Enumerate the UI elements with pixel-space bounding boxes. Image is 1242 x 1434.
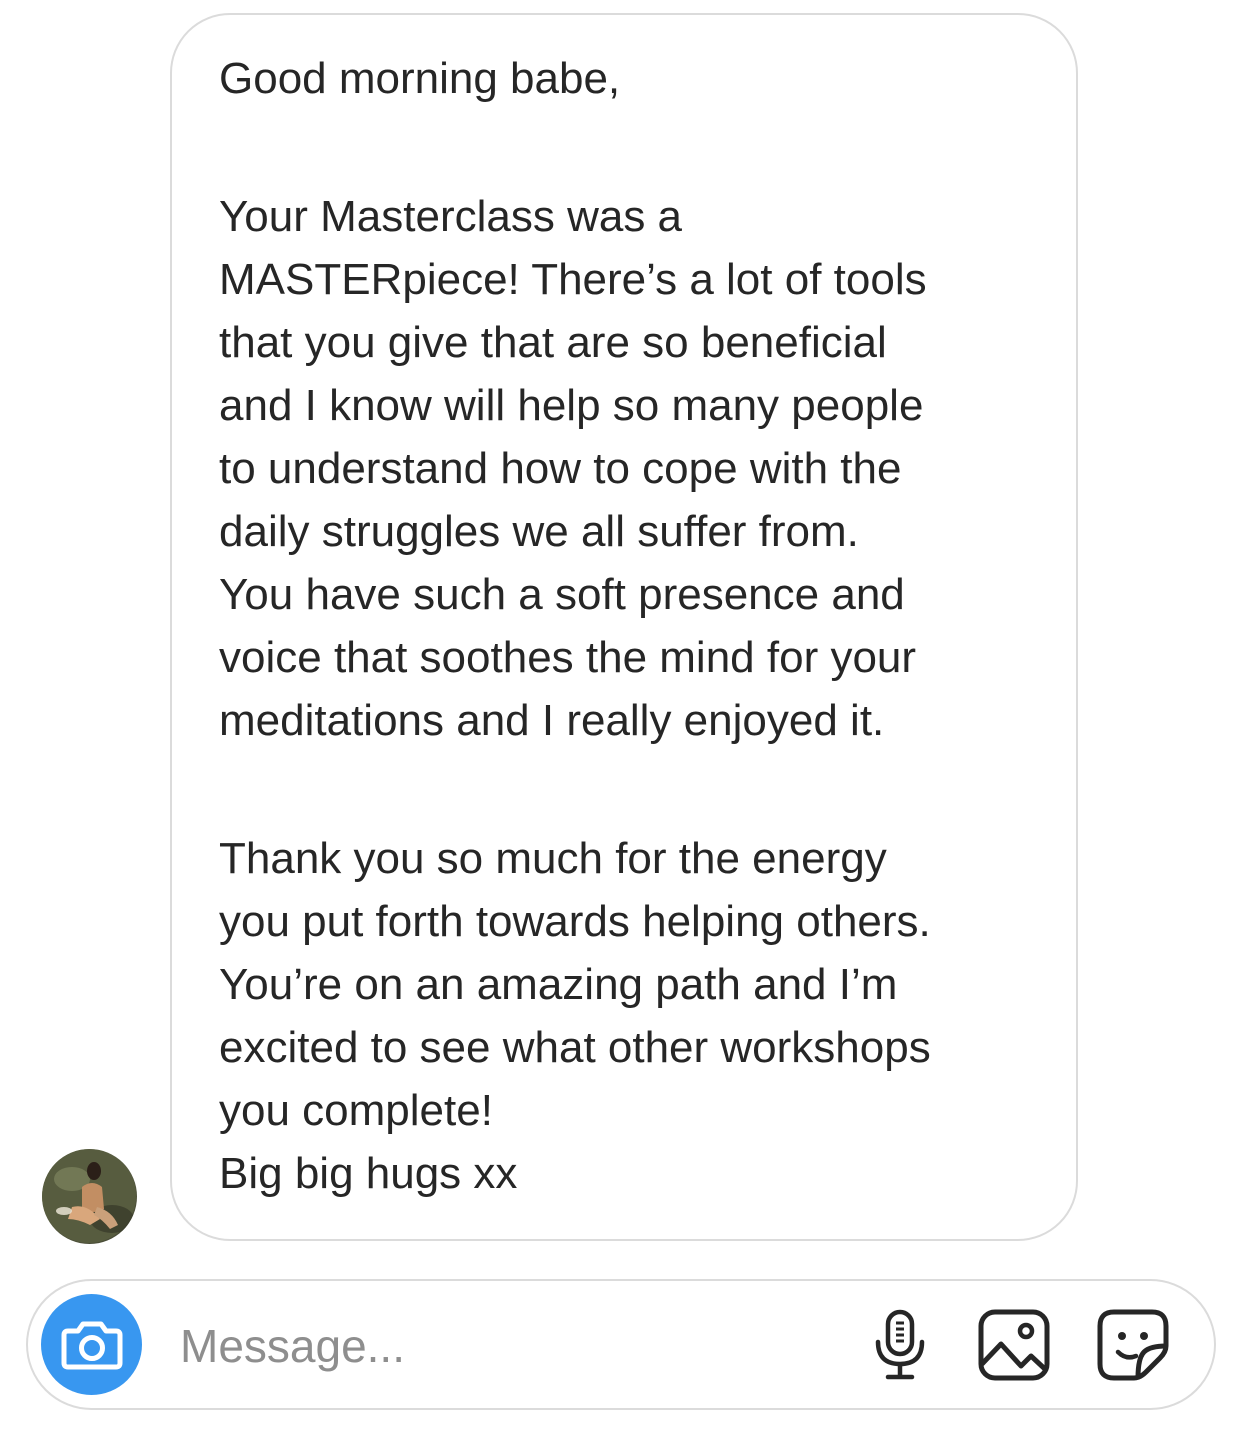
message-line: you put forth towards helping others.: [219, 897, 931, 946]
microphone-icon: [875, 1309, 925, 1380]
sticker-icon: [1097, 1309, 1169, 1381]
message-line: voice that soothes the mind for your: [219, 633, 917, 682]
message-spacer: [219, 815, 1059, 827]
message-line: Thank you so much for the energy: [219, 834, 887, 883]
image-gallery-icon: [978, 1309, 1050, 1381]
message-line: and I know will help so many people: [219, 381, 924, 430]
message-line: you complete!: [219, 1086, 493, 1135]
message-bubble[interactable]: Good morning babe, Your Masterclass was …: [170, 13, 1078, 1241]
message-composer: [26, 1279, 1216, 1410]
message-input[interactable]: [180, 1317, 820, 1375]
voice-message-button[interactable]: [862, 1307, 938, 1383]
sender-avatar[interactable]: [42, 1149, 137, 1244]
message-line: daily struggles we all suffer from.: [219, 507, 859, 556]
message-text: Good morning babe, Your Masterclass was …: [219, 47, 1059, 1205]
message-spacer: [219, 173, 1059, 185]
message-line: that you give that are so beneficial: [219, 318, 887, 367]
message-line: Good morning babe,: [219, 54, 621, 103]
gallery-button[interactable]: [976, 1307, 1052, 1383]
message-line: You’re on an amazing path and I’m: [219, 960, 898, 1009]
avatar-photo: [42, 1149, 136, 1243]
message-line: Your Masterclass was a: [219, 192, 683, 241]
message-line: Big big hugs xx: [219, 1149, 518, 1198]
message-line: excited to see what other workshops: [219, 1023, 931, 1072]
message-line: You have such a soft presence and: [219, 570, 905, 619]
message-line: meditations and I really enjoyed it.: [219, 696, 885, 745]
message-line: to understand how to cope with the: [219, 444, 902, 493]
camera-button[interactable]: [41, 1294, 142, 1395]
message-line: MASTERpiece! There’s a lot of tools: [219, 255, 927, 304]
sticker-button[interactable]: [1095, 1307, 1171, 1383]
camera-icon: [61, 1321, 122, 1369]
